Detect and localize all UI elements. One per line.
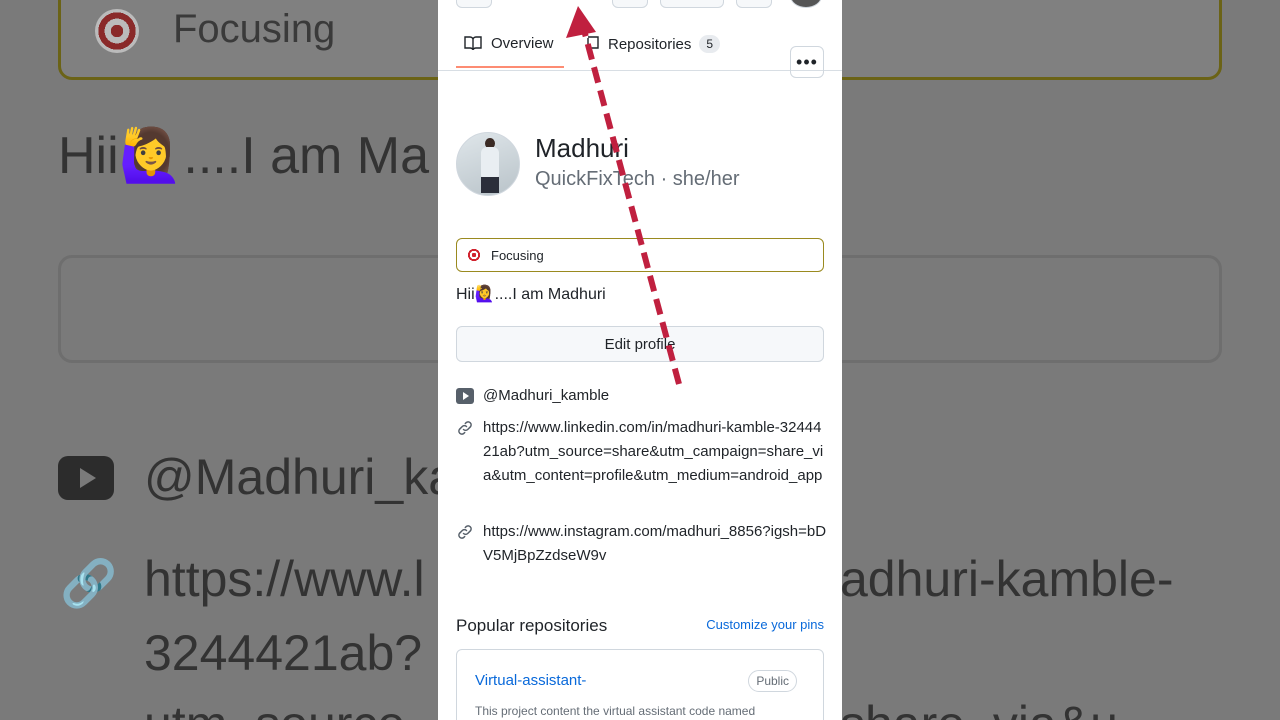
repo-name-link[interactable]: Virtual-assistant- <box>475 672 586 689</box>
tab-repositories-label: Repositories <box>608 35 692 53</box>
search-button[interactable] <box>612 0 648 8</box>
bg-url-line2: 3244421ab? <box>144 625 423 681</box>
popular-repositories-title: Popular repositories <box>456 616 608 635</box>
bg-url-line3a: utm_source <box>144 695 405 720</box>
menu-button[interactable] <box>456 0 492 8</box>
profile-subtitle: QuickFixTech · she/her <box>535 168 740 190</box>
status-text: Focusing <box>491 247 544 263</box>
status-badge[interactable]: Focusing <box>456 238 824 272</box>
bg-youtube-icon <box>58 456 114 500</box>
profile-tabs: Overview Repositories 5 ••• <box>438 20 842 78</box>
youtube-handle[interactable]: @Madhuri_kamble <box>483 384 828 408</box>
bg-status-text: Focusing <box>173 7 336 51</box>
bg-url-line3b: share_via&u <box>840 695 1118 720</box>
tab-repositories[interactable]: Repositories 5 <box>586 20 721 68</box>
top-bar <box>438 0 842 8</box>
kebab-icon[interactable]: ••• <box>790 46 824 78</box>
repo-card: Virtual-assistant- Public This project c… <box>456 649 824 720</box>
profile-page: Overview Repositories 5 ••• Madhuri Quic… <box>438 0 842 720</box>
tab-overview[interactable]: Overview <box>456 20 564 68</box>
youtube-icon <box>456 388 474 404</box>
avatar[interactable] <box>456 132 520 196</box>
tab-overview-label: Overview <box>491 34 554 52</box>
inbox-button[interactable] <box>736 0 772 8</box>
book-icon <box>464 36 482 51</box>
bg-target-icon <box>95 9 139 53</box>
user-avatar-button[interactable] <box>790 0 822 8</box>
bg-bio: Hii🙋‍♀️....I am Ma <box>58 127 430 185</box>
create-button[interactable] <box>660 0 724 8</box>
edit-profile-button[interactable]: Edit profile <box>456 326 824 362</box>
repo-description: This project content the virtual assista… <box>475 704 756 718</box>
bg-link-icon: 🔗 <box>60 557 118 609</box>
target-icon <box>467 248 481 262</box>
link-icon <box>458 525 472 539</box>
repo-icon <box>587 36 599 52</box>
profile-bio: Hii🙋‍♀️....I am Madhuri <box>456 286 606 303</box>
profile-name: Madhuri <box>535 133 629 163</box>
link-icon <box>458 421 472 435</box>
repo-count-badge: 5 <box>699 35 721 53</box>
bg-url-part2: adhuri-kamble- <box>840 551 1174 607</box>
bg-handle: @Madhuri_ka <box>144 449 457 505</box>
instagram-url[interactable]: https://www.instagram.com/madhuri_8856?i… <box>483 520 828 568</box>
bg-url-part1: https://www.l <box>144 551 425 607</box>
visibility-badge: Public <box>748 670 797 692</box>
customize-pins-link[interactable]: Customize your pins <box>706 617 824 632</box>
linkedin-url[interactable]: https://www.linkedin.com/in/madhuri-kamb… <box>483 416 828 488</box>
